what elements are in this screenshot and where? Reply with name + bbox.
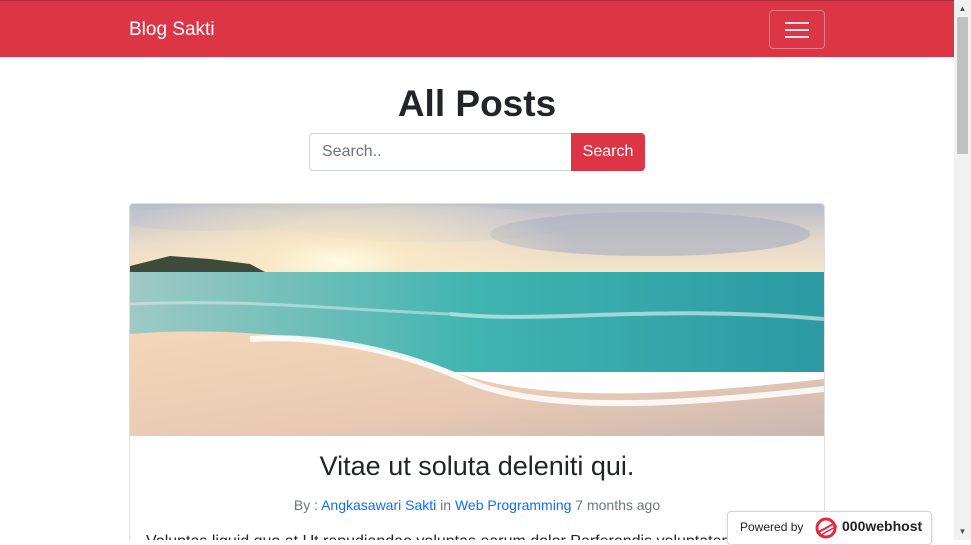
search-button[interactable]: Search	[571, 133, 645, 171]
post-time: 7 months ago	[571, 497, 661, 513]
page: Blog Sakti All Posts Search.. Search Vit…	[0, 0, 954, 540]
hamburger-icon	[785, 22, 809, 24]
post-image[interactable]	[130, 204, 824, 436]
scrollbar-thumb[interactable]	[957, 17, 968, 154]
000webhost-logo-icon	[815, 517, 838, 539]
post-meta-by-label: By :	[293, 497, 322, 513]
page-title: All Posts	[397, 83, 557, 124]
post-category-link[interactable]: Web Programming	[455, 497, 571, 513]
scroll-up-arrow-icon[interactable]: ▲	[954, 0, 971, 17]
navbar-toggler-button[interactable]	[769, 10, 825, 49]
vertical-scrollbar[interactable]: ▲ ▼	[954, 0, 971, 540]
post-meta-in-label: in	[436, 497, 455, 513]
hamburger-icon-bar	[785, 36, 809, 38]
scroll-down-arrow-icon[interactable]: ▼	[954, 523, 971, 540]
post-excerpt: Voluptas liquid quo at Ut repudiandae vo…	[146, 532, 806, 540]
hamburger-icon-bar	[785, 29, 809, 31]
navbar-brand[interactable]: Blog Sakti	[129, 18, 215, 42]
post-card	[129, 203, 825, 540]
post-author-link[interactable]: Angkasawari Sakti	[321, 497, 436, 513]
navbar: Blog Sakti	[0, 0, 954, 57]
powered-by-brand: 000webhost	[842, 518, 923, 534]
post-title[interactable]: Vitae ut soluta deleniti qui.	[0, 446, 954, 486]
powered-by-label: Powered by	[740, 520, 804, 534]
search-input[interactable]	[309, 133, 572, 171]
